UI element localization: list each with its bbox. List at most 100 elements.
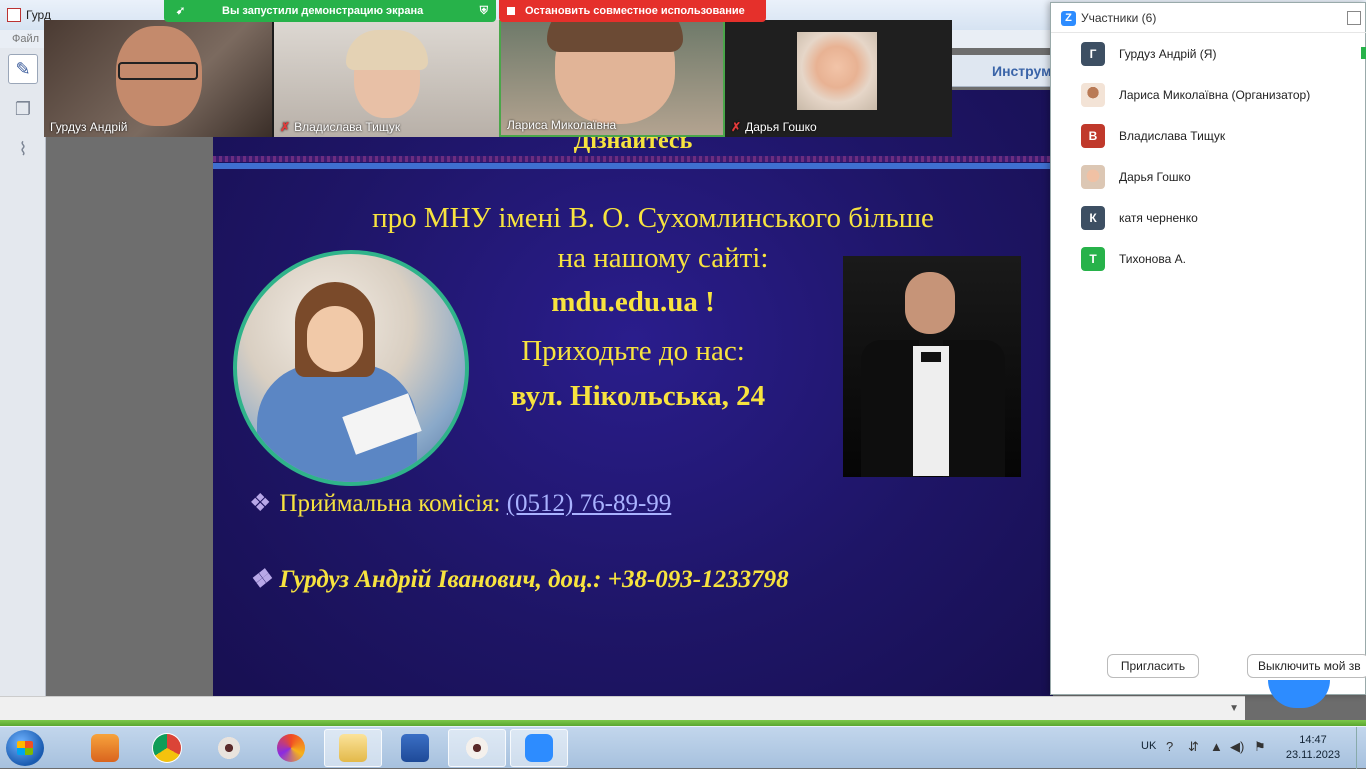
video-tile-name: Гурдуз Андрій (50, 120, 128, 134)
avatar: К (1081, 206, 1105, 230)
slide-line-4: Приходьте до нас: (521, 335, 745, 367)
browser-icon (277, 734, 305, 762)
language-indicator[interactable]: UK (1141, 740, 1156, 752)
show-desktop-button[interactable] (1356, 727, 1366, 769)
attachment-icon[interactable]: ⌇ (8, 134, 38, 164)
muted-mic-icon: ✗ (280, 120, 291, 134)
layers-icon[interactable]: ❐ (8, 94, 38, 124)
screen-share-notice-text: Вы запустили демонстрацию экрана (222, 5, 424, 17)
presentation-slide: Дізнайтесь про МНУ імені В. О. Сухомлинс… (213, 90, 1053, 716)
video-tile-name: Владислава Тищук (294, 120, 401, 134)
word-taskbar-button[interactable] (386, 729, 444, 767)
mute-all-button[interactable]: Выключить мой зв (1247, 654, 1366, 678)
video-tile-name: Лариса Миколаївна (507, 118, 617, 132)
tools-label[interactable]: Инструм (992, 63, 1052, 79)
participants-header: Z Участники (6) (1051, 3, 1366, 33)
video-strip: Гурдуз Андрій ✗ Владислава Тищук Лариса М… (44, 20, 952, 137)
media-player-taskbar-button[interactable] (76, 729, 134, 767)
video-tile[interactable]: ✗ Дарья Гошко (725, 20, 952, 137)
participants-panel: Z Участники (6) Г Гурдуз Андрій (Я) Лари… (1050, 2, 1366, 695)
clock[interactable]: 14:47 23.11.2023 (1278, 733, 1348, 763)
man-in-tuxedo-photo (843, 256, 1021, 477)
tray-up-icon[interactable]: ▲ (1210, 739, 1223, 754)
help-icon[interactable]: ? (1166, 739, 1173, 754)
start-button[interactable] (6, 730, 44, 766)
zoom-floating-control[interactable] (1268, 680, 1330, 708)
pdf-icon (7, 8, 21, 22)
system-tray: UK ? ⇵ ▲ ◀) ⚑ 14:47 23.11.2023 (1130, 727, 1366, 769)
tools-bar[interactable]: Инструм (950, 55, 1055, 87)
folder-icon (339, 734, 367, 762)
participant-row[interactable]: Лариса Миколаївна (Организатор) (1051, 76, 1366, 117)
clock-time: 14:47 (1299, 734, 1327, 746)
clock-date: 23.11.2023 (1285, 749, 1341, 761)
participant-name: Дарья Гошко (1119, 170, 1191, 184)
participants-title: Участники (6) (1081, 11, 1157, 25)
eye-icon (463, 734, 491, 762)
media-player-icon (91, 734, 119, 762)
pdf-viewer-taskbar-button[interactable] (448, 729, 506, 767)
participant-row[interactable]: К катя черненко (1051, 199, 1366, 240)
stop-share-label: Остановить совместное использование (525, 5, 745, 17)
avatar (797, 32, 877, 110)
left-rail: ✎ ❐ ⌇ (0, 48, 46, 720)
admissions-phone-link[interactable]: (0512) 76-89-99 (507, 490, 672, 517)
chrome-icon (153, 734, 181, 762)
avatar (1081, 83, 1105, 107)
taskbar: UK ? ⇵ ▲ ◀) ⚑ 14:47 23.11.2023 (0, 726, 1366, 769)
eye-app-taskbar-button[interactable] (200, 729, 258, 767)
student-photo (233, 250, 469, 486)
zoom-icon (525, 734, 553, 762)
admissions-label: Приймальна комісія (279, 490, 494, 517)
screen-share-notice[interactable]: ➹ Вы запустили демонстрацию экрана ⛨ (164, 0, 496, 22)
video-tile[interactable]: Гурдуз Андрій (44, 20, 272, 137)
bullet-icon: ❖ (249, 566, 272, 593)
separator: : (493, 490, 507, 517)
word-icon (401, 734, 429, 762)
share-icon: ➹ (176, 5, 186, 17)
avatar: В (1081, 124, 1105, 148)
pages-icon[interactable]: ✎ (8, 54, 38, 84)
participant-row[interactable]: В Владислава Тищук (1051, 117, 1366, 158)
browser-taskbar-button[interactable] (262, 729, 320, 767)
video-tile-active-speaker[interactable]: Лариса Миколаївна (499, 20, 725, 137)
stop-share-button[interactable]: Остановить совместное использование (499, 0, 766, 22)
avatar: Г (1081, 42, 1105, 66)
zoom-logo-icon: Z (1061, 11, 1076, 26)
slide-decor-strip (213, 156, 1053, 162)
eye-icon (215, 734, 243, 762)
network-icon[interactable]: ⇵ (1188, 739, 1199, 755)
shield-icon: ⛨ (479, 5, 488, 17)
participant-name: катя черненко (1119, 211, 1198, 225)
teacher-contact-text: Гурдуз Андрій Іванович, доц.: +38-093-12… (279, 566, 789, 593)
teacher-contact: ❖ Гурдуз Андрій Іванович, доц.: +38-093-1… (249, 564, 789, 594)
status-indicator (1361, 47, 1366, 59)
avatar (1081, 165, 1105, 189)
explorer-taskbar-button[interactable] (324, 729, 382, 767)
video-tile[interactable]: ✗ Владислава Тищук (274, 20, 499, 137)
muted-mic-icon: ✗ (731, 120, 742, 134)
zoom-taskbar-button[interactable] (510, 729, 568, 767)
participant-name: Гурдуз Андрій (Я) (1119, 47, 1217, 61)
avatar: Т (1081, 247, 1105, 271)
participant-name: Тихонова А. (1119, 252, 1186, 266)
participant-row[interactable]: Т Тихонова А. (1051, 240, 1366, 281)
participant-row[interactable]: Г Гурдуз Андрій (Я) (1051, 35, 1366, 76)
video-tile-name: Дарья Гошко (745, 120, 817, 134)
stop-icon (507, 7, 515, 15)
horizontal-scrollbar[interactable]: ▼ (0, 696, 1245, 720)
slide-decor-line (213, 163, 1053, 169)
admissions-contact: ❖ Приймальна комісія: (0512) 76-89-99 (249, 488, 671, 518)
menu-file[interactable]: Файл (12, 33, 39, 45)
windows-logo-icon (17, 741, 33, 755)
invite-button[interactable]: Пригласить (1107, 654, 1199, 678)
participant-name: Лариса Миколаївна (Организатор) (1119, 88, 1311, 102)
chrome-taskbar-button[interactable] (138, 729, 196, 767)
slide-line-1: про МНУ імені В. О. Сухомлинського більш… (372, 202, 934, 234)
flag-icon[interactable]: ⚑ (1254, 739, 1266, 755)
participant-row[interactable]: Дарья Гошко (1051, 158, 1366, 199)
minimize-button[interactable] (1347, 11, 1361, 25)
bullet-icon: ❖ (249, 490, 272, 517)
volume-icon[interactable]: ◀) (1230, 739, 1244, 755)
scroll-down-icon[interactable]: ▼ (1229, 703, 1239, 714)
